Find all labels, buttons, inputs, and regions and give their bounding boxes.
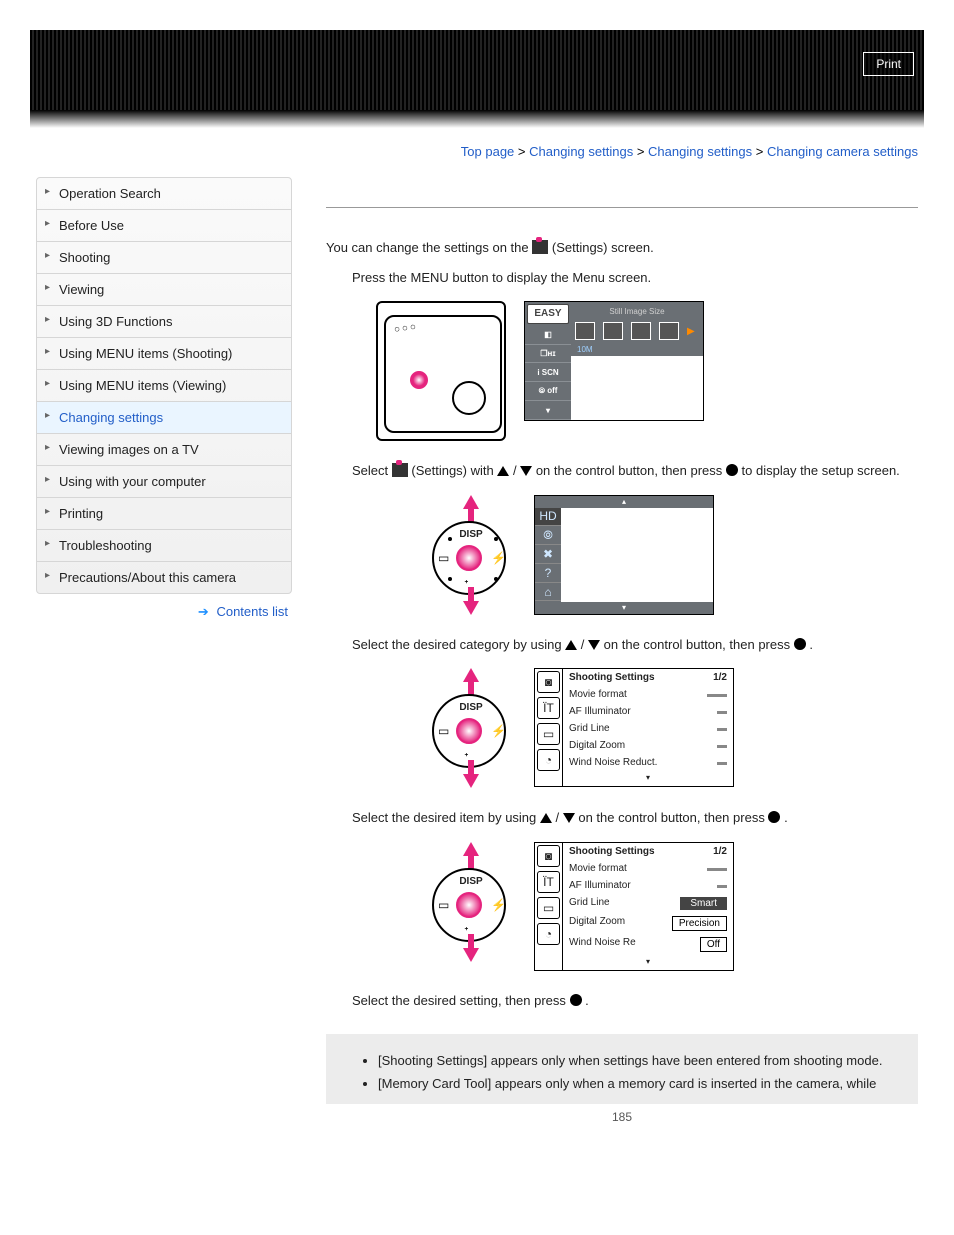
center-button-icon [570, 994, 582, 1006]
breadcrumb-3[interactable]: Changing camera settings [767, 144, 918, 159]
sidebar-item-printing[interactable]: Printing [37, 498, 291, 530]
up-arrow-icon [565, 640, 577, 650]
center-button-icon [456, 545, 482, 571]
banner-gradient [30, 110, 924, 128]
breadcrumb-top[interactable]: Top page [461, 144, 515, 159]
step-3-text: Select the desired category by using / o… [352, 635, 918, 655]
figure-row-1: ○○○ EASY ◧ ❐ʜɪ i SCN ⦾ off ▾ Still Image… [376, 301, 918, 441]
center-button-icon [726, 464, 738, 476]
down-arrow-icon [588, 640, 600, 650]
step-1-text: Press the MENU button to display the Men… [352, 268, 918, 288]
down-arrow-icon [563, 813, 575, 823]
center-button-icon [456, 892, 482, 918]
top-banner: Print [30, 30, 924, 110]
figure-row-4: DISP ▭ ⚡ ᕀ ◙ ÏT ▭ ◔ Shootin [426, 842, 918, 971]
breadcrumb-2[interactable]: Changing settings [648, 144, 752, 159]
arrow-right-icon: ➔ [198, 604, 209, 619]
note-2: [Memory Card Tool] appears only when a m… [378, 1075, 898, 1094]
figure-row-3: DISP ▭ ⚡ ᕀ ◙ ÏT ▭ ◔ Shootin [426, 668, 918, 788]
menu-screen: EASY ◧ ❐ʜɪ i SCN ⦾ off ▾ Still Image Siz… [524, 301, 704, 421]
center-button-icon [456, 718, 482, 744]
settings-icon [392, 463, 408, 477]
main-content: You can change the settings on the (Sett… [292, 177, 918, 1124]
down-arrow-icon [520, 466, 532, 476]
sidebar-item-troubleshooting[interactable]: Troubleshooting [37, 530, 291, 562]
up-arrow-icon [466, 668, 476, 696]
shooting-settings-screen: ◙ ÏT ▭ ◔ Shooting Settings 1/2 Movie for… [534, 668, 734, 787]
sidebar-item-computer[interactable]: Using with your computer [37, 466, 291, 498]
settings-icon [532, 240, 548, 254]
sidebar-item-shooting[interactable]: Shooting [37, 242, 291, 274]
shooting-settings-screen-2: ◙ ÏT ▭ ◔ Shooting Settings 1/2 Movie for… [534, 842, 734, 971]
sidebar-item-changing-settings[interactable]: Changing settings [37, 402, 291, 434]
breadcrumb: Top page > Changing settings > Changing … [0, 144, 918, 159]
up-arrow-icon [497, 466, 509, 476]
page-number: 185 [326, 1110, 918, 1124]
step-5-text: Select the desired setting, then press . [352, 991, 918, 1011]
up-arrow-icon [466, 842, 476, 870]
divider [326, 207, 918, 208]
sidebar-item-precautions[interactable]: Precautions/About this camera [37, 562, 291, 593]
sidebar-item-3d-functions[interactable]: Using 3D Functions [37, 306, 291, 338]
sidebar: Operation Search Before Use Shooting Vie… [36, 177, 292, 594]
step-2-text: Select (Settings) with / on the control … [352, 461, 918, 481]
center-button-icon [768, 811, 780, 823]
control-wheel-illustration: DISP ▭ ⚡ ᕀ [426, 668, 516, 788]
sidebar-item-menu-shooting[interactable]: Using MENU items (Shooting) [37, 338, 291, 370]
sidebar-item-tv[interactable]: Viewing images on a TV [37, 434, 291, 466]
camera-illustration: ○○○ [376, 301, 506, 441]
step-4-text: Select the desired item by using / on th… [352, 808, 918, 828]
sidebar-item-before-use[interactable]: Before Use [37, 210, 291, 242]
control-wheel-illustration: DISP ▭ ⚡ ᕀ [426, 842, 516, 962]
up-arrow-icon [540, 813, 552, 823]
note-1: [Shooting Settings] appears only when se… [378, 1052, 898, 1071]
notes-box: [Shooting Settings] appears only when se… [326, 1034, 918, 1104]
figure-row-2: DISP ▭ ⚡ ᕀ ▴ HD ⦾ ✖ ? [426, 495, 918, 615]
control-wheel-illustration: DISP ▭ ⚡ ᕀ [426, 495, 516, 615]
sidebar-wrap: Operation Search Before Use Shooting Vie… [36, 177, 292, 620]
down-arrow-icon [466, 934, 476, 962]
menu-button-highlight-icon [410, 371, 428, 389]
sidebar-item-operation-search[interactable]: Operation Search [37, 178, 291, 210]
print-button[interactable]: Print [863, 52, 914, 76]
down-arrow-icon [466, 760, 476, 788]
sidebar-item-menu-viewing[interactable]: Using MENU items (Viewing) [37, 370, 291, 402]
down-arrow-icon [466, 587, 476, 615]
center-button-icon [794, 638, 806, 650]
intro-text: You can change the settings on the (Sett… [326, 238, 918, 258]
breadcrumb-1[interactable]: Changing settings [529, 144, 633, 159]
contents-list-link[interactable]: ➔ Contents list [36, 604, 288, 620]
sidebar-item-viewing[interactable]: Viewing [37, 274, 291, 306]
settings-menu-screen: ▴ HD ⦾ ✖ ? ⌂ ▾ [534, 495, 714, 615]
up-arrow-icon [466, 495, 476, 523]
